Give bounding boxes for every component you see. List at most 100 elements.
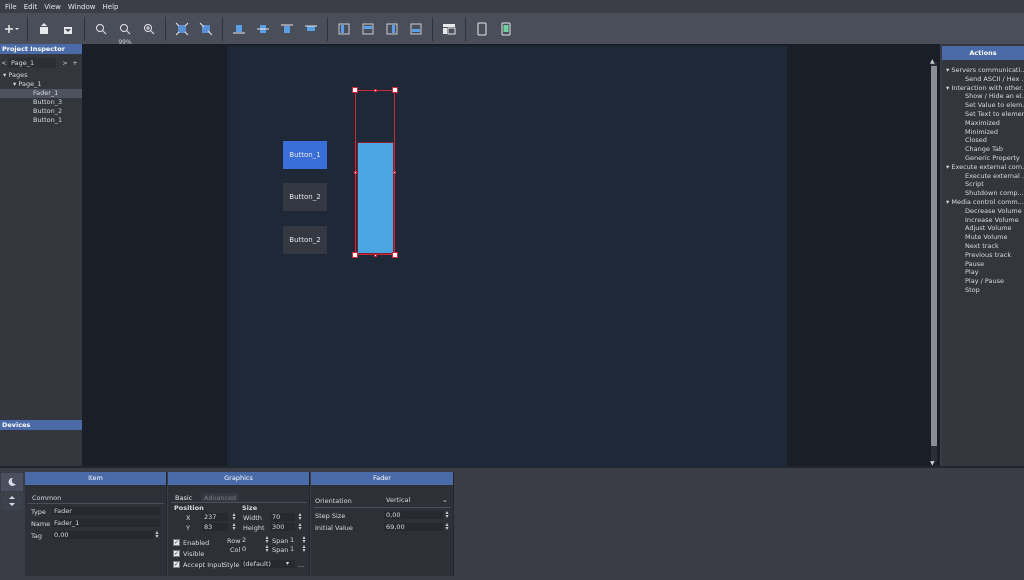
resize-handle-tr[interactable] <box>392 87 398 93</box>
action-item[interactable]: Maximized <box>942 119 1024 128</box>
action-item[interactable]: Decrease Volume <box>942 207 1024 216</box>
phone-preview-icon[interactable] <box>495 18 517 40</box>
initial-value-spinner[interactable]: ▴ ▾ <box>444 522 450 532</box>
tree-item[interactable]: ▾ Page_1 <box>0 80 82 89</box>
y-spinner[interactable]: ▴ ▾ <box>231 522 237 532</box>
tree-item[interactable]: Button_2 <box>0 107 82 116</box>
align-bottom-icon[interactable] <box>228 18 250 40</box>
action-item[interactable]: Pause <box>942 260 1024 269</box>
tree-item[interactable]: Button_3 <box>0 98 82 107</box>
resize-handle-left[interactable] <box>354 171 357 174</box>
distribute-right-icon[interactable] <box>381 18 403 40</box>
tab-basic[interactable]: Basic <box>175 494 192 502</box>
layout-icon[interactable] <box>438 18 460 40</box>
x-field[interactable]: 237 <box>202 513 228 521</box>
fit-page-icon[interactable] <box>195 18 217 40</box>
menu-window[interactable]: Window <box>68 3 96 11</box>
col-span-spinner[interactable]: ▴ ▾ <box>301 544 307 554</box>
download-icon[interactable] <box>57 18 79 40</box>
action-item[interactable]: Set Text to element <box>942 110 1024 119</box>
resize-handle-bl[interactable] <box>352 252 358 258</box>
align-top-icon[interactable] <box>276 18 298 40</box>
zoom-out-icon[interactable] <box>90 18 112 40</box>
col-spinner[interactable]: ▴ ▾ <box>264 544 270 554</box>
align-hcenter-icon[interactable] <box>300 18 322 40</box>
zoom-in-icon[interactable] <box>138 18 160 40</box>
action-item[interactable]: Send ASCII / Hex ... <box>942 75 1024 84</box>
tree-item[interactable]: ▾ Pages <box>0 71 82 80</box>
action-item[interactable]: Execute external ... <box>942 172 1024 181</box>
width-spinner[interactable]: ▴ ▾ <box>297 512 303 522</box>
resize-handle-right[interactable] <box>393 171 396 174</box>
canvas-button[interactable]: Button_2 <box>283 226 327 254</box>
action-item[interactable]: Next track <box>942 242 1024 251</box>
canvas-scroll-track[interactable] <box>931 62 937 462</box>
canvas-scrollbar-thumb[interactable] <box>931 66 937 446</box>
fader-level[interactable] <box>357 142 394 254</box>
add-element-button[interactable] <box>2 18 22 40</box>
action-item[interactable]: Closed <box>942 136 1024 145</box>
upload-icon[interactable] <box>33 18 55 40</box>
tree-item[interactable]: Fader_1 <box>0 89 82 98</box>
action-item[interactable]: Shutdown comp... <box>942 189 1024 198</box>
style-more-button[interactable]: ... <box>298 561 304 569</box>
action-category[interactable]: ▾ Execute external com... <box>942 163 1024 172</box>
resize-handle-tl[interactable] <box>352 87 358 93</box>
step-size-field[interactable]: 0,00 <box>384 511 443 519</box>
distribute-left-icon[interactable] <box>333 18 355 40</box>
height-field[interactable]: 300 <box>270 523 295 531</box>
chevron-down-icon[interactable]: ▾ <box>286 560 289 567</box>
theme-moon-icon[interactable] <box>1 473 23 491</box>
action-item[interactable]: Stop <box>942 286 1024 295</box>
chevron-down-icon[interactable]: ⌄ <box>442 496 448 504</box>
action-item[interactable]: Script <box>942 180 1024 189</box>
action-item[interactable]: Minimized <box>942 128 1024 137</box>
resize-handle-top[interactable] <box>374 89 377 92</box>
action-category[interactable]: ▾ Interaction with other... <box>942 84 1024 93</box>
col-field[interactable]: 0 <box>240 545 264 553</box>
distribute-top-icon[interactable] <box>357 18 379 40</box>
page-selector-value[interactable]: Page_1 <box>8 58 56 68</box>
x-spinner[interactable]: ▴ ▾ <box>231 512 237 522</box>
action-category[interactable]: ▾ Servers communicati... <box>942 66 1024 75</box>
canvas-button[interactable]: Button_1 <box>283 141 327 169</box>
y-field[interactable]: 83 <box>202 523 228 531</box>
menu-view[interactable]: View <box>44 3 61 11</box>
align-vcenter-icon[interactable] <box>252 18 274 40</box>
resize-handle-br[interactable] <box>392 252 398 258</box>
canvas-button[interactable]: Button_2 <box>283 183 327 211</box>
action-item[interactable]: Play <box>942 268 1024 277</box>
action-item[interactable]: Change Tab <box>942 145 1024 154</box>
col-span-field[interactable]: 1 <box>288 545 300 553</box>
row-span-field[interactable]: 1 <box>288 536 300 544</box>
initial-value-field[interactable]: 69,00 <box>384 523 443 531</box>
height-spinner[interactable]: ▴ ▾ <box>297 522 303 532</box>
action-item[interactable]: Show / Hide an el... <box>942 92 1024 101</box>
accept-input-checkbox[interactable]: ✓ <box>173 561 180 568</box>
menu-edit[interactable]: Edit <box>24 3 38 11</box>
tag-spinner[interactable]: ▴ ▾ <box>154 530 160 540</box>
row-field[interactable]: 2 <box>240 536 264 544</box>
next-page-button[interactable]: > <box>61 59 69 67</box>
step-size-spinner[interactable]: ▴ ▾ <box>444 510 450 520</box>
add-page-button[interactable]: + <box>71 59 79 67</box>
design-canvas[interactable] <box>82 44 940 466</box>
distribute-bottom-icon[interactable] <box>405 18 427 40</box>
scroll-up-icon[interactable]: ▲ <box>930 58 935 65</box>
prev-page-button[interactable]: < <box>0 59 8 67</box>
fit-selection-icon[interactable] <box>171 18 193 40</box>
tree-item[interactable]: Button_1 <box>0 116 82 125</box>
stepper-icon[interactable] <box>1 492 23 510</box>
action-item[interactable]: Previous track <box>942 251 1024 260</box>
visible-checkbox[interactable]: ✓ <box>173 550 180 557</box>
menu-help[interactable]: Help <box>103 3 119 11</box>
width-field[interactable]: 70 <box>270 513 295 521</box>
action-item[interactable]: Increase Volume <box>942 216 1024 225</box>
action-item[interactable]: Play / Pause <box>942 277 1024 286</box>
action-item[interactable]: Adjust Volume <box>942 224 1024 233</box>
action-item[interactable]: Set Value to elem... <box>942 101 1024 110</box>
zoom-reset-icon[interactable]: 99% <box>114 18 136 46</box>
tag-field[interactable]: 0,00 <box>52 531 154 539</box>
canvas-page[interactable] <box>227 46 787 466</box>
action-item[interactable]: Mute Volume <box>942 233 1024 242</box>
